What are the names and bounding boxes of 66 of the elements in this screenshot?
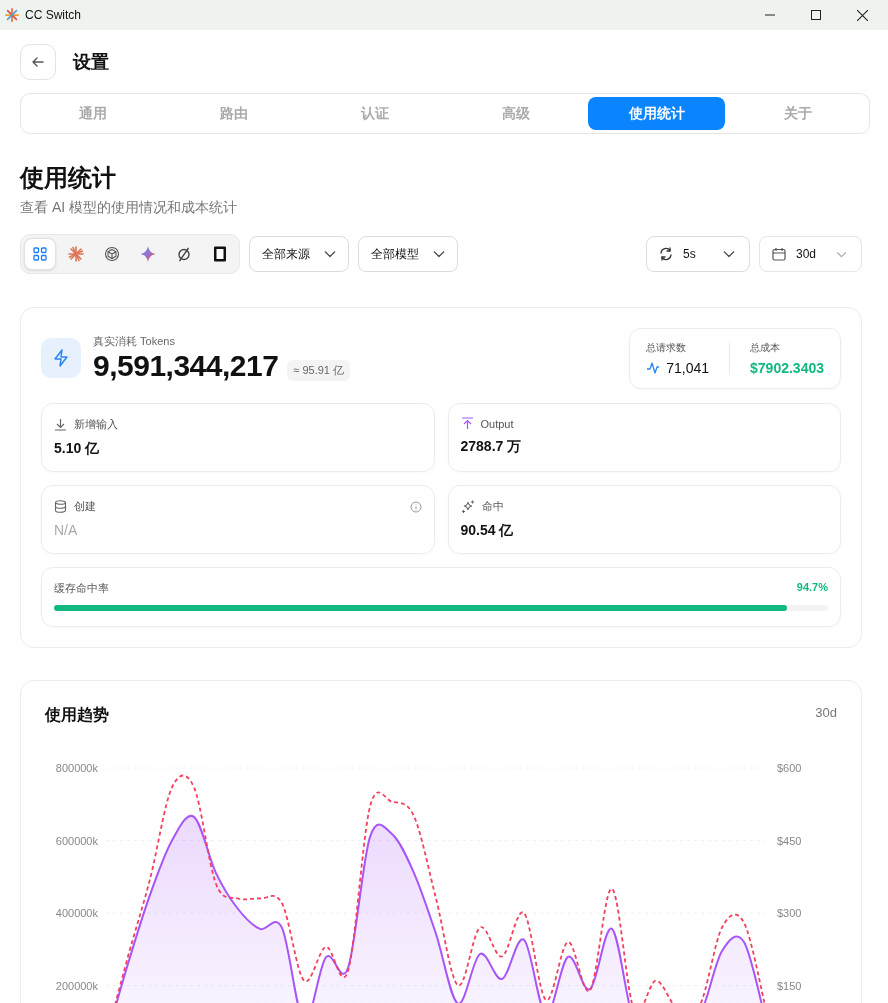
- refresh-icon: [659, 247, 673, 261]
- cache-hit-label: 缓存命中率: [54, 581, 109, 596]
- info-icon[interactable]: [409, 500, 422, 513]
- starburst-icon: [5, 8, 19, 22]
- axis-tick-label: $450: [777, 834, 802, 847]
- all-apps-filter-button[interactable]: [24, 238, 56, 270]
- refresh-interval-dropdown[interactable]: 5s: [646, 236, 750, 272]
- chevron-down-icon: [723, 250, 735, 258]
- back-arrow-icon: [31, 55, 45, 69]
- pulse-icon: [646, 361, 661, 375]
- metric-label: 新增输入: [74, 417, 118, 432]
- calendar-icon: [772, 247, 786, 261]
- chevron-down-icon: [324, 250, 336, 258]
- axis-tick-label: 200000k: [55, 979, 98, 992]
- chevron-down-icon: [433, 250, 445, 258]
- axis-tick-label: 400000k: [55, 907, 98, 919]
- rectangle-icon: [213, 246, 227, 262]
- window-title: CC Switch: [25, 8, 81, 22]
- tab[interactable]: 通用: [24, 97, 161, 130]
- metric-label: 创建: [74, 499, 96, 514]
- slashed-circle-icon: [176, 246, 192, 262]
- chart-range-label: 30d: [815, 705, 837, 722]
- total-tokens-label: 真实消耗 Tokens: [93, 334, 176, 349]
- metric-value: 5.10 亿: [54, 440, 101, 458]
- maximize-icon[interactable]: [811, 10, 821, 20]
- axis-tick-label: $600: [777, 762, 802, 774]
- back-button[interactable]: [20, 44, 56, 80]
- axis-tick-label: $300: [777, 907, 802, 919]
- requests-label: 总请求数: [646, 341, 688, 355]
- asterisk-icon: [68, 246, 84, 262]
- metric-value: N/A: [54, 522, 79, 538]
- tab[interactable]: 关于: [729, 97, 866, 130]
- tab[interactable]: 认证: [306, 97, 443, 130]
- approx-badge: ≈ 95.91 亿: [287, 359, 351, 381]
- knot-icon: [104, 246, 120, 262]
- section-subtitle: 查看 AI 模型的使用情况和成本统计: [20, 199, 238, 217]
- cache-hit-reading: 94.7%: [796, 581, 828, 595]
- database-icon: [54, 500, 67, 513]
- sparkles-icon: [460, 499, 475, 514]
- metric-label: Output: [480, 417, 514, 430]
- source-dropdown[interactable]: 全部来源: [249, 236, 349, 272]
- page-header-title: 设置: [73, 51, 109, 74]
- lightning-icon: [41, 338, 81, 378]
- axis-tick-label: 800000k: [55, 762, 98, 774]
- axis-tick-label: 600000k: [55, 834, 98, 847]
- metric-value: 2788.7 万: [460, 438, 523, 456]
- cost-label: 总成本: [750, 341, 782, 355]
- download-arrow-icon: [54, 418, 67, 431]
- chart-title: 使用趋势: [45, 705, 109, 725]
- model-dropdown[interactable]: 全部模型: [358, 236, 458, 272]
- cost-value: $7902.3403: [750, 360, 824, 376]
- total-tokens-value: 9,591,344,217: [93, 349, 279, 383]
- close-icon[interactable]: [857, 9, 868, 21]
- metric-value: 90.54 亿: [460, 522, 515, 540]
- requests-value: 71,041: [666, 360, 710, 376]
- date-range-dropdown[interactable]: 30d: [759, 236, 862, 272]
- tab[interactable]: 高级: [447, 97, 584, 130]
- metric-label: 命中: [481, 499, 504, 514]
- upload-arrow-icon: [460, 417, 474, 430]
- tab[interactable]: 使用统计: [588, 97, 725, 130]
- section-title: 使用统计: [20, 163, 117, 193]
- axis-tick-label: $150: [777, 979, 802, 992]
- sparkle-icon: [140, 246, 156, 262]
- grid-icon: [33, 247, 47, 261]
- chevron-down-icon: [836, 250, 847, 258]
- tab[interactable]: 路由: [165, 97, 302, 130]
